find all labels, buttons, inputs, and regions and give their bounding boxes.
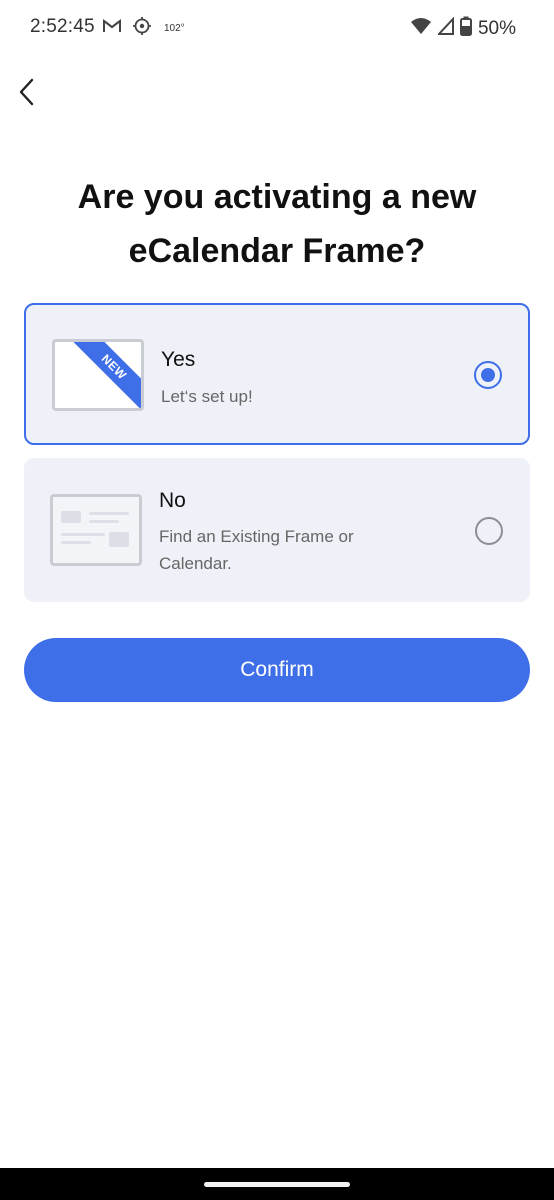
existing-frame-thumbnail xyxy=(50,494,142,566)
new-badge: NEW xyxy=(67,342,141,408)
option-no-card[interactable]: No Find an Existing Frame or Calendar. xyxy=(24,458,530,602)
new-frame-thumbnail: NEW xyxy=(52,339,144,411)
option-yes-card[interactable]: NEW Yes Let‘s set up! xyxy=(24,303,530,445)
status-temperature: 102° xyxy=(164,23,185,34)
wifi-icon xyxy=(410,17,432,40)
status-bar: 2:52:45 102° 50% xyxy=(0,0,554,56)
status-notification-icons: 102° xyxy=(102,16,185,41)
option-no-radio[interactable] xyxy=(475,517,503,545)
location-icon xyxy=(132,16,152,41)
option-no-subtitle: Find an Existing Frame or Calendar. xyxy=(159,527,354,573)
navigation-bar xyxy=(0,1168,554,1200)
home-gesture-handle[interactable] xyxy=(204,1182,350,1187)
option-yes-title: Yes xyxy=(161,348,196,371)
page-title: Are you activating a new eCalendar Frame… xyxy=(77,178,477,270)
option-yes-subtitle: Let‘s set up! xyxy=(161,387,253,406)
battery-icon xyxy=(459,16,472,41)
frame-layout-icon xyxy=(61,511,129,547)
status-system-icons: 50% xyxy=(410,16,516,41)
option-no-title: No xyxy=(159,489,186,512)
status-time: 2:52:45 xyxy=(30,16,95,37)
confirm-button[interactable]: Confirm xyxy=(24,638,530,702)
chevron-left-icon xyxy=(17,78,35,111)
battery-percentage: 50% xyxy=(477,17,516,39)
back-button[interactable] xyxy=(10,76,42,112)
option-yes-radio[interactable] xyxy=(474,361,502,389)
cell-signal-icon xyxy=(436,16,454,40)
gmail-icon xyxy=(102,18,122,39)
